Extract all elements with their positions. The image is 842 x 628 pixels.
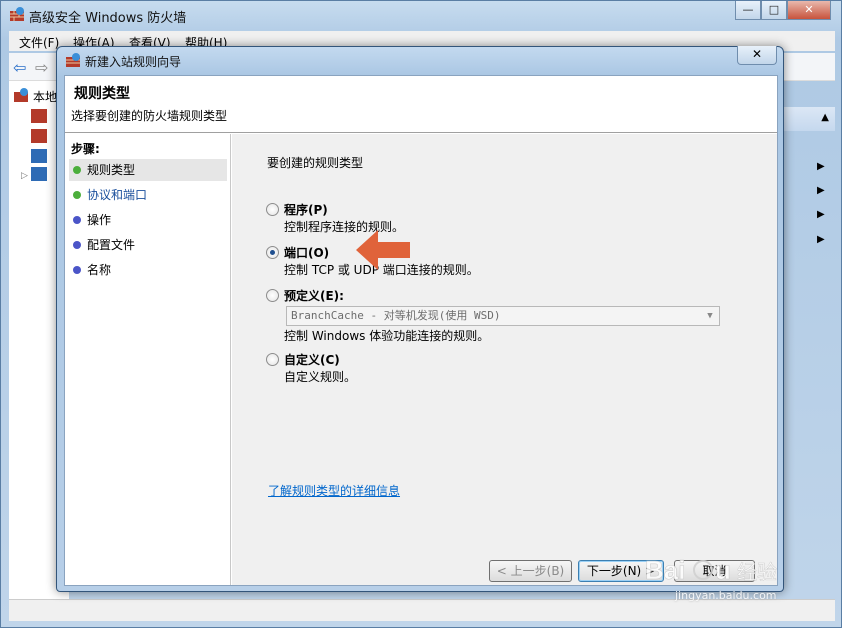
actions-header: ▲ <box>781 107 835 131</box>
step-label: 操作 <box>87 213 112 227</box>
expand-icon[interactable]: ▷ <box>21 171 28 181</box>
connection-rules-icon[interactable] <box>31 149 47 166</box>
step-action[interactable]: 操作 <box>69 209 227 231</box>
watermark-url: jingyan.baidu.com <box>675 589 777 602</box>
inbound-rules-icon[interactable] <box>31 109 47 126</box>
screen: 高级安全 Windows 防火墙 — □ ✕ 文件(F) 操作(A) 查看(V)… <box>0 0 842 628</box>
dialog-close-button[interactable]: ✕ <box>737 46 777 65</box>
main-window-title: 高级安全 Windows 防火墙 <box>29 11 187 26</box>
monitoring-icon[interactable] <box>31 167 47 184</box>
steps-pane: 步骤: 规则类型 协议和端口 操作 配置文件 名称 <box>65 134 231 585</box>
steps-title: 步骤: <box>71 142 100 156</box>
step-pending-icon <box>73 241 81 249</box>
radio-predefined[interactable] <box>266 289 279 302</box>
firewall-icon <box>13 87 29 106</box>
tree-root-label[interactable]: 本地 <box>33 88 57 105</box>
learn-more-link[interactable]: 了解规则类型的详细信息 <box>268 482 400 499</box>
close-button[interactable]: ✕ <box>787 1 831 20</box>
menu-file[interactable]: 文件(F) <box>19 34 59 51</box>
svg-text:Bai: Bai <box>645 555 685 585</box>
page-subtitle: 选择要创建的防火墙规则类型 <box>71 109 228 123</box>
step-protocol-ports[interactable]: 协议和端口 <box>69 184 227 206</box>
step-done-icon <box>73 191 81 199</box>
submenu-arrow-icon[interactable]: ▶ <box>817 234 825 245</box>
step-label: 名称 <box>87 263 112 277</box>
radio-program[interactable] <box>266 203 279 216</box>
wizard-header: 规则类型 选择要创建的防火墙规则类型 <box>65 76 777 133</box>
step-label: 配置文件 <box>87 238 136 252</box>
option-predefined-label[interactable]: 预定义(E): <box>284 287 344 304</box>
chevron-down-icon: ▼ <box>707 311 713 321</box>
step-name[interactable]: 名称 <box>69 259 227 281</box>
step-label: 协议和端口 <box>87 188 148 202</box>
content-panel: 要创建的规则类型 程序(P) 控制程序连接的规则。 端口(O) 控制 TCP 或… <box>232 134 777 585</box>
annotation-arrow-icon <box>356 230 410 270</box>
submenu-arrow-icon[interactable]: ▶ <box>817 209 825 220</box>
step-rule-type[interactable]: 规则类型 <box>69 159 227 181</box>
back-button[interactable]: < 上一步(B) <box>489 560 572 582</box>
new-inbound-rule-wizard: 新建入站规则向导 ✕ 规则类型 选择要创建的防火墙规则类型 步骤: 规则类型 协… <box>56 46 784 592</box>
watermark: Bai u 经验 jingyan.baidu.com <box>645 555 805 605</box>
firewall-icon <box>9 6 25 25</box>
predefined-select-value: BranchCache - 对等机发现(使用 WSD) <box>291 309 501 322</box>
dialog-client: 规则类型 选择要创建的防火墙规则类型 步骤: 规则类型 协议和端口 操作 配置文… <box>64 75 778 586</box>
minimize-button[interactable]: — <box>735 1 761 20</box>
step-pending-icon <box>73 216 81 224</box>
step-pending-icon <box>73 266 81 274</box>
firewall-icon <box>65 52 81 71</box>
maximize-button[interactable]: □ <box>761 1 787 20</box>
radio-custom[interactable] <box>266 353 279 366</box>
submenu-arrow-icon[interactable]: ▶ <box>817 161 825 172</box>
option-predefined-desc: 控制 Windows 体验功能连接的规则。 <box>284 329 490 343</box>
step-label: 规则类型 <box>87 163 136 177</box>
submenu-arrow-icon[interactable]: ▶ <box>817 185 825 196</box>
outbound-rules-icon[interactable] <box>31 129 47 146</box>
page-title: 规则类型 <box>74 86 130 102</box>
radio-port[interactable] <box>266 246 279 259</box>
predefined-select[interactable]: BranchCache - 对等机发现(使用 WSD) ▼ <box>286 306 720 326</box>
svg-text:经验: 经验 <box>737 560 777 584</box>
svg-text:u: u <box>715 555 731 585</box>
option-program-label[interactable]: 程序(P) <box>284 201 328 218</box>
dialog-title: 新建入站规则向导 <box>85 55 182 69</box>
option-custom-label[interactable]: 自定义(C) <box>284 351 340 368</box>
baidu-logo-icon: Bai u 经验 <box>645 555 777 585</box>
question-label: 要创建的规则类型 <box>267 156 364 170</box>
step-profile[interactable]: 配置文件 <box>69 234 227 256</box>
back-arrow-icon[interactable]: ⇦ <box>13 58 26 77</box>
option-port-label[interactable]: 端口(O) <box>284 244 329 261</box>
step-done-icon <box>73 166 81 174</box>
option-custom-desc: 自定义规则。 <box>284 370 357 384</box>
collapse-icon[interactable]: ▲ <box>821 112 829 123</box>
forward-arrow-icon[interactable]: ⇨ <box>35 58 48 77</box>
